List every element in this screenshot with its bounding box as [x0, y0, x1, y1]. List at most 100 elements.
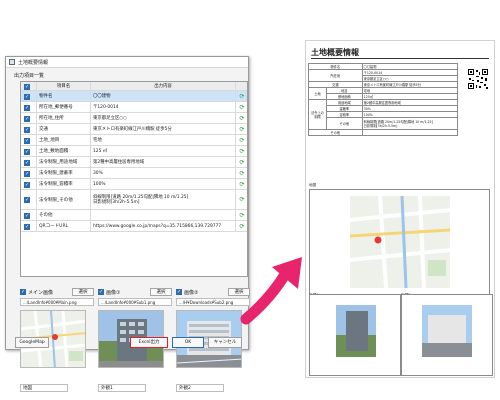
dialog-titlebar: 土地概要情報 — [6, 57, 248, 68]
row-item-name: 法令制限_その他 — [36, 190, 90, 209]
refresh-icon[interactable]: ⟳ — [235, 190, 248, 209]
row-content-field[interactable]: 100% — [90, 179, 235, 189]
grid-row[interactable]: ✓ その他 ⟳ — [21, 210, 247, 221]
row-item-name: 法令制限_容積率 — [36, 179, 90, 189]
googlemap-button[interactable]: GoogleMap — [15, 337, 49, 348]
row-item-name: 交通 — [36, 124, 90, 134]
main-image-label: メイン画像 — [28, 289, 54, 296]
column-header-content: 出力内容 — [90, 82, 235, 90]
image-column-sub2: ✓ 画像② 選択 ...\H¥Downloads¥Sub2.png — [176, 288, 250, 306]
image-column-main: ✓ メイン画像 選択 ...\LandInfo¥000¥Main.png — [20, 288, 94, 306]
grid-row[interactable]: ✓ 土地_敷地面積 125 ㎡ ⟳ — [21, 146, 247, 157]
doc-exterior1-image — [309, 294, 401, 376]
row-checkbox[interactable]: ✓ — [24, 115, 30, 122]
app-icon — [9, 59, 15, 65]
refresh-icon[interactable]: ⟳ — [235, 124, 248, 134]
row-checkbox[interactable]: ✓ — [24, 126, 30, 133]
row-checkbox[interactable]: ✓ — [24, 93, 30, 100]
arrow-icon — [240, 257, 302, 325]
sub1-image-select-button[interactable]: 選択 — [150, 288, 172, 296]
refresh-icon[interactable]: ⟳ — [235, 113, 248, 123]
row-checkbox[interactable]: ✓ — [24, 159, 30, 166]
sub2-image-path[interactable]: ...\H¥Downloads¥Sub2.png — [176, 298, 250, 306]
row-content-field[interactable]: https://www.google.co.jp/maps?q=35.71586… — [90, 221, 235, 231]
ok-button[interactable]: OK — [172, 337, 204, 348]
row-item-name: 土地_地目 — [36, 135, 90, 145]
grid-row[interactable]: ✓ QRコードURL https://www.google.co.jp/maps?q… — [21, 221, 247, 232]
grid-row[interactable]: ✓ 物件名 〇〇建物 ⟳ — [21, 91, 247, 102]
refresh-icon[interactable]: ⟳ — [235, 179, 248, 189]
grid-row[interactable]: ✓ 法令制限_用途地域 第2種中高層住居専用地域 ⟳ — [21, 157, 247, 168]
main-image-checkbox[interactable]: ✓ — [20, 289, 26, 295]
refresh-icon[interactable]: ⟳ — [235, 146, 248, 156]
grid-row[interactable]: ✓ 法令制限_建蔽率 30% ⟳ — [21, 168, 247, 179]
row-content-field[interactable]: 125 ㎡ — [90, 146, 235, 156]
row-content-field[interactable]: 東京メトロ有楽町線江戸川橋駅 徒歩5分 — [90, 124, 235, 134]
document-table: 物件名 〇〇建物 所在地 〒120-0014 東京都足立区○○ 交通 東京メトロ有楽町… — [308, 63, 459, 136]
main-image-select-button[interactable]: 選択 — [72, 288, 94, 296]
row-checkbox[interactable]: ✓ — [24, 223, 30, 230]
row-content-field[interactable]: 〇〇建物 — [90, 91, 235, 101]
sub2-image-label: 画像② — [184, 289, 199, 296]
doc-other-value — [361, 129, 459, 136]
row-content-field[interactable]: 斜線制限[道路 20m/1.25勾配|隣地 10 m/1.25] 日影規制[3h… — [90, 190, 235, 209]
refresh-icon[interactable]: ⟳ — [235, 135, 248, 145]
row-item-name: 物件名 — [36, 91, 90, 101]
grid-row[interactable]: ✓ 土地_地目 宅地 ⟳ — [21, 135, 247, 146]
row-content-field[interactable] — [90, 210, 235, 220]
row-checkbox[interactable]: ✓ — [24, 170, 30, 177]
doc-map-pin-icon — [374, 236, 382, 244]
cancel-button[interactable]: キャンセル — [208, 337, 242, 348]
map-caption-field[interactable]: 地図 — [20, 384, 68, 392]
row-content-field[interactable]: 第2種中高層住居専用地域 — [90, 157, 235, 167]
select-all-checkbox[interactable]: ✓ — [24, 83, 30, 90]
row-content-field[interactable]: 〒120-0014 — [90, 102, 235, 112]
row-checkbox[interactable]: ✓ — [24, 212, 30, 219]
output-items-label: 出力項目一覧 — [14, 73, 45, 79]
document-title: 土地概要情報 — [311, 48, 359, 57]
doc-other-law-value: 斜線制限[道路 20m/1.25勾配|隣地 10 m/1.25] 日影規制[3h… — [361, 117, 459, 130]
row-checkbox[interactable]: ✓ — [24, 104, 30, 111]
output-document: 土地概要情報 物件名 〇〇建物 所在地 〒120-0014 東京都足立区○○ 交通東… — [305, 40, 495, 378]
refresh-icon[interactable]: ⟳ — [235, 221, 248, 231]
main-image-path[interactable]: ...\LandInfo¥000¥Main.png — [20, 298, 94, 306]
excel-export-button[interactable]: Excel出力 — [130, 337, 168, 348]
doc-location-label: 所在地 — [308, 69, 363, 82]
row-checkbox[interactable]: ✓ — [24, 137, 30, 144]
grid-row[interactable]: ✓ 法令制限_その他 斜線制限[道路 20m/1.25勾配|隣地 10 m/1.25… — [21, 190, 247, 210]
row-item-name: 所在地_郵便番号 — [36, 102, 90, 112]
row-item-name: その他 — [36, 210, 90, 220]
refresh-icon[interactable]: ⟳ — [235, 157, 248, 167]
refresh-icon[interactable]: ⟳ — [235, 210, 248, 220]
row-item-name: QRコードURL — [36, 221, 90, 231]
row-content-field[interactable]: 宅地 — [90, 135, 235, 145]
grid-row[interactable]: ✓ 法令制限_容積率 100% ⟳ — [21, 179, 247, 190]
doc-map-label: 地図 — [309, 183, 317, 187]
refresh-icon[interactable]: ⟳ — [235, 91, 248, 101]
doc-law-label: 法令上の制限 — [308, 99, 327, 130]
row-checkbox[interactable]: ✓ — [24, 148, 30, 155]
grid-header: ✓ 項目名 出力内容 — [21, 82, 247, 91]
doc-exterior2-image — [401, 294, 493, 376]
grid-row[interactable]: ✓ 所在地_住所 東京都足立区○○ ⟳ — [21, 113, 247, 124]
row-checkbox[interactable]: ✓ — [24, 181, 30, 188]
row-item-name: 所在地_住所 — [36, 113, 90, 123]
row-content-field[interactable]: 東京都足立区○○ — [90, 113, 235, 123]
exterior1-caption-field[interactable]: 外観1 — [98, 384, 146, 392]
sub2-image-checkbox[interactable]: ✓ — [176, 289, 182, 295]
row-checkbox[interactable]: ✓ — [24, 197, 30, 203]
sub1-image-path[interactable]: ...\LandInfo¥000¥Sub1.png — [98, 298, 172, 306]
row-content-field[interactable]: 30% — [90, 168, 235, 178]
land-info-dialog: 土地概要情報 出力項目一覧 ✓ 項目名 出力内容 ✓ 物件名 〇〇建物 ⟳ ✓ 所在地_郵… — [5, 56, 250, 392]
refresh-icon[interactable]: ⟳ — [235, 102, 248, 112]
grid-row[interactable]: ✓ 所在地_郵便番号 〒120-0014 ⟳ — [21, 102, 247, 113]
grid-row[interactable]: ✓ 交通 東京メトロ有楽町線江戸川橋駅 徒歩5分 ⟳ — [21, 124, 247, 135]
doc-map-image — [309, 189, 490, 295]
refresh-icon[interactable]: ⟳ — [235, 168, 248, 178]
doc-other-label: その他 — [308, 129, 363, 136]
row-item-name: 法令制限_用途地域 — [36, 157, 90, 167]
sub1-image-checkbox[interactable]: ✓ — [98, 289, 104, 295]
column-header-name: 項目名 — [36, 82, 90, 90]
doc-other-law-label: その他 — [326, 117, 363, 130]
exterior2-caption-field[interactable]: 外観2 — [176, 384, 224, 392]
